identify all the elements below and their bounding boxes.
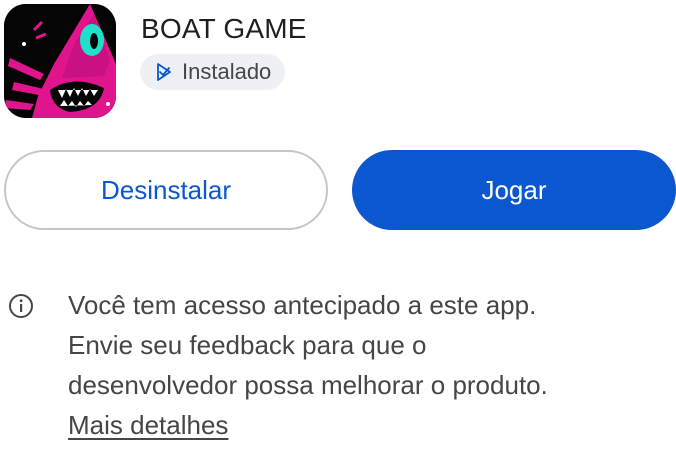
early-access-line-2: Envie seu feedback para que o (68, 330, 427, 360)
info-icon (8, 293, 34, 319)
more-details-link[interactable]: Mais detalhes (68, 405, 228, 445)
early-access-line-3: desenvolvedor possa melhorar o produto. (68, 370, 548, 400)
app-icon (4, 4, 116, 118)
play-store-installed-icon (157, 63, 171, 81)
app-title: BOAT GAME (141, 13, 307, 44)
installed-status-label: Instalado (182, 59, 272, 84)
boat-game-icon (4, 4, 116, 118)
uninstall-button[interactable]: Desinstalar (4, 150, 328, 230)
installed-status-chip: Instalado (140, 54, 286, 90)
early-access-message: Você tem acesso antecipado a este app. E… (68, 285, 668, 445)
early-access-line-1: Você tem acesso antecipado a este app. (68, 290, 537, 320)
play-button[interactable]: Jogar (352, 150, 676, 230)
app-details-page: BOAT GAME Instalado Desinstalar Jogar Vo… (0, 0, 676, 450)
